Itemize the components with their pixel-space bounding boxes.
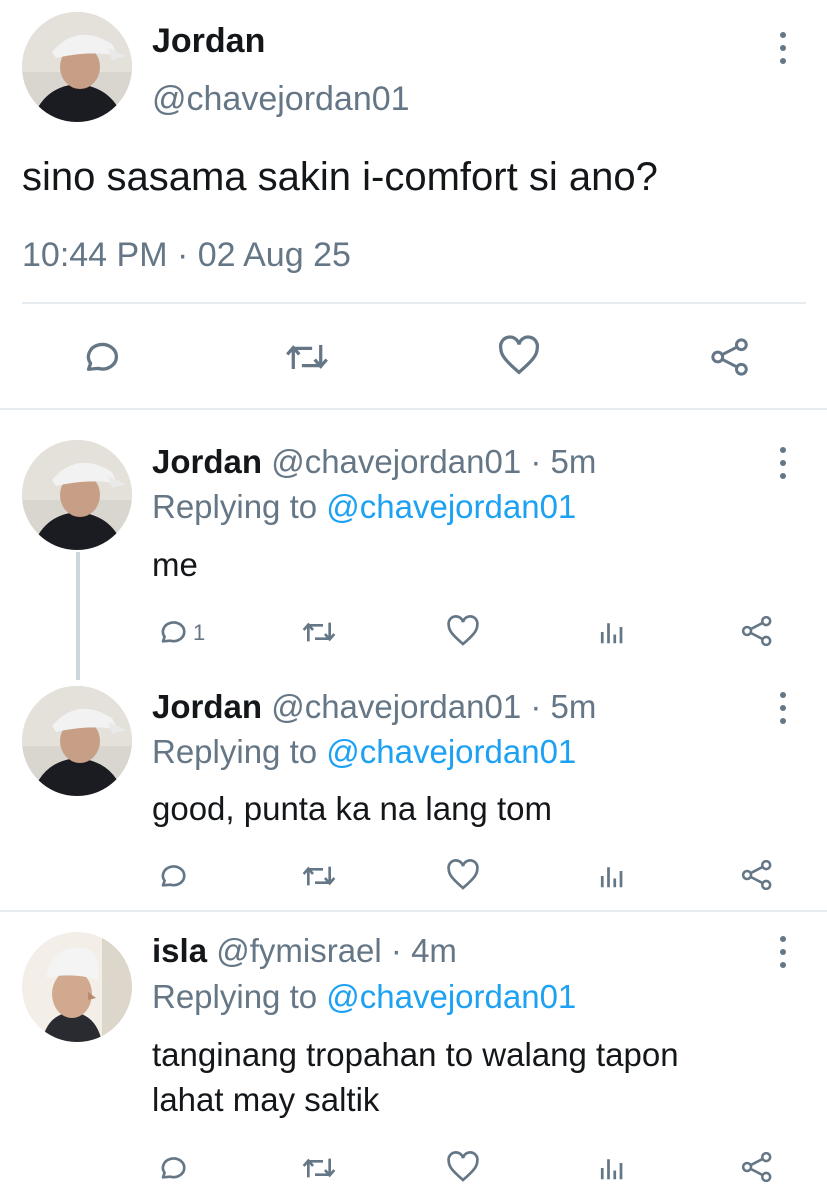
divider (0, 910, 827, 912)
tweet-timestamp: 10:44 PM · 02 Aug 25 (22, 236, 351, 274)
retweet-icon[interactable] (300, 616, 338, 648)
retweet-icon[interactable] (300, 860, 338, 892)
replying-to-handle[interactable]: @chavejordan01 (326, 733, 576, 770)
more-options-icon[interactable] (773, 690, 793, 726)
author-name[interactable]: isla (152, 932, 207, 969)
author-name[interactable]: Jordan (152, 22, 265, 61)
reply-icon[interactable] (155, 1152, 187, 1184)
avatar[interactable] (22, 686, 132, 796)
replying-to-label: Replying to (152, 488, 318, 525)
retweet-icon[interactable] (283, 336, 331, 378)
replying-to: Replying to @chavejordan01 (152, 733, 576, 771)
author-name[interactable]: Jordan (152, 688, 262, 725)
reply-age: · 5m (530, 688, 597, 725)
divider (0, 408, 827, 410)
more-options-icon[interactable] (773, 934, 793, 970)
reply-text: good, punta ka na lang tom (152, 790, 552, 827)
author-handle[interactable]: @chavejordan01 (271, 688, 521, 725)
like-icon[interactable] (496, 334, 542, 380)
analytics-icon[interactable] (596, 860, 626, 892)
reply-age: · 4m (390, 932, 457, 969)
analytics-icon[interactable] (596, 1152, 626, 1184)
replying-to-label: Replying to (152, 733, 318, 770)
author-handle[interactable]: @chavejordan01 (271, 443, 521, 480)
reply-text-line: tanginang tropahan to walang tapon (152, 1036, 679, 1073)
reply-count: 1 (193, 620, 206, 645)
reply-icon[interactable] (155, 860, 187, 892)
share-icon[interactable] (708, 336, 752, 378)
reply-icon[interactable] (155, 616, 187, 648)
avatar[interactable] (22, 932, 132, 1042)
reply-header: Jordan @chavejordan01 · 5m (152, 688, 596, 726)
analytics-icon[interactable] (596, 616, 626, 648)
share-icon[interactable] (740, 1150, 774, 1184)
like-icon[interactable] (445, 858, 481, 894)
retweet-icon[interactable] (300, 1152, 338, 1184)
replying-to-handle[interactable]: @chavejordan01 (326, 978, 576, 1015)
replying-to: Replying to @chavejordan01 (152, 978, 576, 1016)
reply-icon[interactable] (78, 336, 120, 378)
like-icon[interactable] (445, 614, 481, 650)
avatar[interactable] (22, 12, 132, 122)
more-options-icon[interactable] (773, 445, 793, 481)
replying-to-handle[interactable]: @chavejordan01 (326, 488, 576, 525)
author-name[interactable]: Jordan (152, 443, 262, 480)
reply-text: me (152, 546, 198, 583)
reply-header: isla @fymisrael · 4m (152, 932, 457, 970)
more-options-icon[interactable] (773, 30, 793, 66)
replying-to-label: Replying to (152, 978, 318, 1015)
share-icon[interactable] (740, 858, 774, 892)
author-handle[interactable]: @chavejordan01 (152, 80, 410, 119)
thread-line (76, 552, 80, 680)
divider (22, 302, 806, 304)
like-icon[interactable] (445, 1150, 481, 1186)
author-handle[interactable]: @fymisrael (216, 932, 382, 969)
avatar[interactable] (22, 440, 132, 550)
share-icon[interactable] (740, 614, 774, 648)
reply-age: · 5m (530, 443, 597, 480)
replying-to: Replying to @chavejordan01 (152, 488, 576, 526)
reply-header: Jordan @chavejordan01 · 5m (152, 443, 596, 481)
tweet-text: sino sasama sakin i-comfort si ano? (22, 155, 658, 199)
reply-text-line: lahat may saltik (152, 1081, 380, 1118)
